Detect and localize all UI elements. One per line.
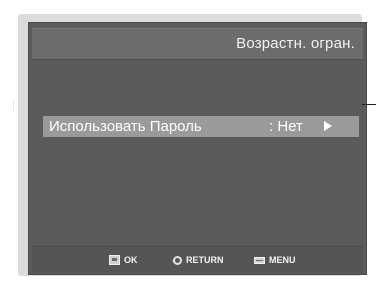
menu-item-label: Использовать Пароль	[49, 118, 202, 135]
hint-ok[interactable]: OK	[109, 253, 138, 267]
hint-return-label: RETURN	[186, 255, 224, 265]
page-title: Возрастн. огран.	[236, 35, 355, 52]
ok-icon	[109, 255, 120, 265]
return-icon	[172, 255, 182, 265]
hint-ok-label: OK	[124, 255, 138, 265]
title-bar: Возрастн. огран.	[32, 28, 363, 60]
hint-return[interactable]: RETURN	[172, 253, 224, 267]
right-triangle-icon	[324, 121, 332, 131]
menu-icon	[254, 256, 265, 264]
menu-item-use-password[interactable]: Использовать Пароль : Нет	[43, 116, 359, 137]
selection-marker	[13, 99, 14, 111]
menu-item-value: : Нет	[269, 118, 303, 135]
tv-osd-screen: Возрастн. огран. Использовать Пароль : Н…	[28, 22, 367, 275]
button-hint-bar: OK RETURN MENU	[32, 246, 363, 273]
hint-menu[interactable]: MENU	[254, 253, 296, 267]
hint-menu-label: MENU	[269, 255, 296, 265]
callout-line	[362, 104, 376, 105]
page: Возрастн. огран. Использовать Пароль : Н…	[0, 0, 376, 281]
